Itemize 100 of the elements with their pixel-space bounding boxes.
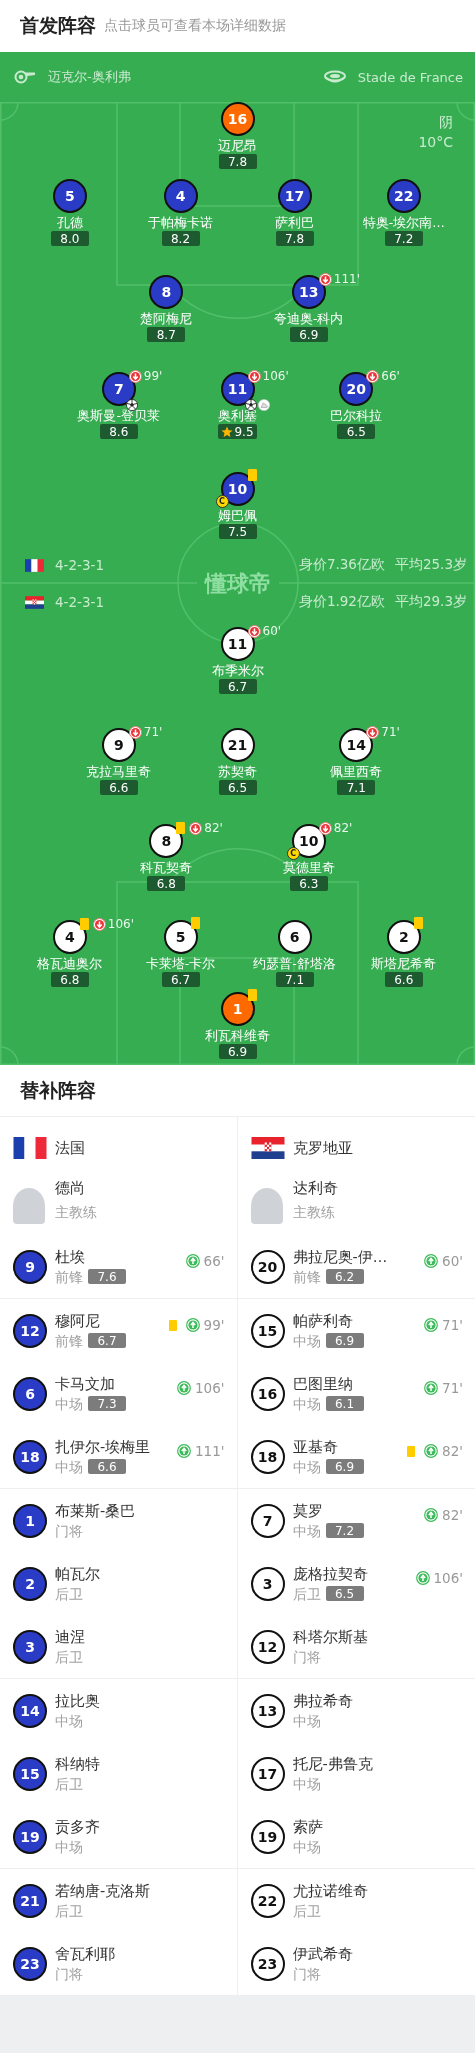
substitute-row[interactable]: 7 莫罗 中场 7.2 82' (237, 1489, 475, 1552)
player-name: 姆巴佩 (218, 507, 257, 524)
player-rating: 6.2 (325, 1269, 364, 1284)
stadium-icon (323, 70, 346, 84)
team-value: 身价7.36亿欧 (298, 556, 385, 574)
player-rating: 6.7 (218, 679, 257, 694)
player-number[interactable]: 9 (101, 728, 136, 762)
player-name: 奥斯曼-登贝莱 (77, 407, 160, 424)
player-number[interactable]: 4 (52, 920, 87, 954)
player-number: 7 (250, 1503, 285, 1538)
player-rating: 8.6 (99, 424, 138, 439)
substitute-row[interactable]: 19 索萨 中场 (237, 1805, 475, 1868)
player-position: 中场 (292, 1774, 321, 1793)
player-number[interactable]: 11 (220, 372, 255, 406)
player-name: 科纳特 (55, 1754, 101, 1774)
player-rating: 6.5 (325, 1586, 364, 1601)
player-position: 前锋 (55, 1331, 83, 1350)
player-number[interactable]: 21 (220, 728, 255, 762)
player-name: 弗拉希奇 (292, 1691, 354, 1711)
substitute-row[interactable]: 20 弗拉尼奥-伊… 前锋 6.2 60' (237, 1235, 475, 1298)
player-number[interactable]: 4 (163, 179, 198, 213)
player-number: 23 (250, 1946, 285, 1981)
substitute-row[interactable]: 1 布莱斯-桑巴 门将 (0, 1489, 237, 1552)
substitute-row[interactable]: 21 若纳唐-克洛斯 后卫 (0, 1869, 237, 1932)
player-number[interactable]: 11 (220, 627, 255, 661)
player-number[interactable]: 14 (339, 728, 374, 762)
player-number: 18 (250, 1439, 285, 1474)
substitute-row[interactable]: 16 巴图里纳 中场 6.1 71' (237, 1362, 475, 1425)
player-number[interactable]: 13 (291, 275, 326, 309)
player-number: 13 (250, 1693, 285, 1728)
substitute-row[interactable]: 14 拉比奥 中场 (0, 1679, 237, 1742)
substitute-row[interactable]: 18 扎伊尔-埃梅里 中场 6.6 111' (0, 1425, 237, 1488)
player-position: 门将 (55, 1521, 83, 1540)
player-name: 迪涅 (55, 1627, 86, 1647)
player-position: 中场 (55, 1457, 83, 1476)
player-rating: 6.9 (325, 1333, 364, 1348)
player-rating: 6.6 (99, 780, 138, 795)
player-position: 后卫 (55, 1774, 83, 1793)
player-position: 后卫 (292, 1901, 321, 1920)
player-name: 萨利巴 (275, 214, 314, 231)
player-name: 科塔尔斯基 (292, 1627, 369, 1647)
player-number[interactable]: 7 (101, 372, 136, 406)
coach-photo-placeholder (250, 1187, 283, 1224)
player-position: 中场 (55, 1837, 83, 1856)
player-number[interactable]: 17 (277, 179, 312, 213)
player-name: 莫德里奇 (282, 859, 335, 876)
substitute-row[interactable]: 19 贡多齐 中场 (0, 1805, 237, 1868)
player-number[interactable]: 6 (277, 920, 312, 954)
player-number[interactable]: 2 (386, 920, 421, 954)
player-number[interactable]: 20 (339, 372, 374, 406)
player-number[interactable]: 8 (149, 824, 184, 858)
substitution-minute: 106' (433, 1570, 463, 1586)
substitution-minute: 99' (203, 1317, 225, 1333)
player-position: 门将 (292, 1647, 321, 1666)
player-name: 卡莱塔-卡尔 (145, 955, 216, 972)
substitute-row[interactable]: 12 穆阿尼 前锋 6.7 99' (0, 1299, 237, 1362)
player-rating: 8.7 (147, 327, 186, 342)
team-value: 身价1.92亿欧 (298, 593, 385, 611)
player-number[interactable]: 8 (149, 275, 184, 309)
player-position: 中场 (292, 1457, 321, 1476)
substitute-row[interactable]: 23 伊武希奇 门将 (237, 1932, 475, 1995)
substitution-minute: 111' (333, 272, 360, 286)
player-name: 伊武希奇 (292, 1944, 354, 1964)
substitute-row[interactable]: 22 尤拉诺维奇 后卫 (237, 1869, 475, 1932)
player-name: 穆阿尼 (55, 1311, 101, 1331)
substitute-row[interactable]: 18 亚基奇 中场 6.9 82' (237, 1425, 475, 1488)
substitute-row[interactable]: 2 帕瓦尔 后卫 (0, 1552, 237, 1615)
player-rating: 6.8 (147, 876, 186, 891)
substitute-row[interactable]: 15 科纳特 后卫 (0, 1742, 237, 1805)
player-position: 后卫 (292, 1584, 321, 1603)
player-rating: 6.5 (218, 780, 257, 795)
substitute-row[interactable]: 17 托尼-弗鲁克 中场 (237, 1742, 475, 1805)
player-name: 拉比奥 (55, 1691, 101, 1711)
player-rating: 8.0 (50, 231, 89, 246)
substitute-row[interactable]: 23 舍瓦利耶 门将 (0, 1932, 237, 1995)
player-rating: 6.6 (384, 972, 423, 987)
player-name: 庞格拉契奇 (292, 1564, 369, 1584)
player-rating: 7.6 (88, 1269, 126, 1284)
player-position: 前锋 (55, 1267, 83, 1286)
player-number: 20 (250, 1249, 285, 1284)
substitute-row[interactable]: 3 庞格拉契奇 后卫 6.5 106' (237, 1552, 475, 1615)
player-number: 3 (250, 1566, 285, 1601)
coach-photo-placeholder (13, 1187, 45, 1224)
player-number[interactable]: 22 (386, 179, 421, 213)
player-number: 12 (250, 1629, 285, 1664)
player-number[interactable]: 5 (52, 179, 87, 213)
substitute-row[interactable]: 3 迪涅 后卫 (0, 1615, 237, 1678)
formation-text: 4-2-3-1 (55, 594, 104, 610)
player-rating: 6.9 (218, 1044, 257, 1059)
player-name: 格瓦迪奥尔 (37, 955, 103, 972)
substitution-minute: 82' (333, 821, 353, 835)
player-position: 后卫 (55, 1584, 83, 1603)
substitute-row[interactable]: 9 杜埃 前锋 7.6 66' (0, 1235, 237, 1298)
substitute-row[interactable]: 13 弗拉希奇 中场 (237, 1679, 475, 1742)
substitute-row[interactable]: 6 卡马文加 中场 7.3 106' (0, 1362, 237, 1425)
player-number[interactable]: 5 (163, 920, 198, 954)
substitute-row[interactable]: 12 科塔尔斯基 门将 (237, 1615, 475, 1678)
player-position: 中场 (292, 1711, 321, 1730)
player-name: 巴尔科拉 (330, 407, 383, 424)
substitute-row[interactable]: 15 帕萨利奇 中场 6.9 71' (237, 1299, 475, 1362)
